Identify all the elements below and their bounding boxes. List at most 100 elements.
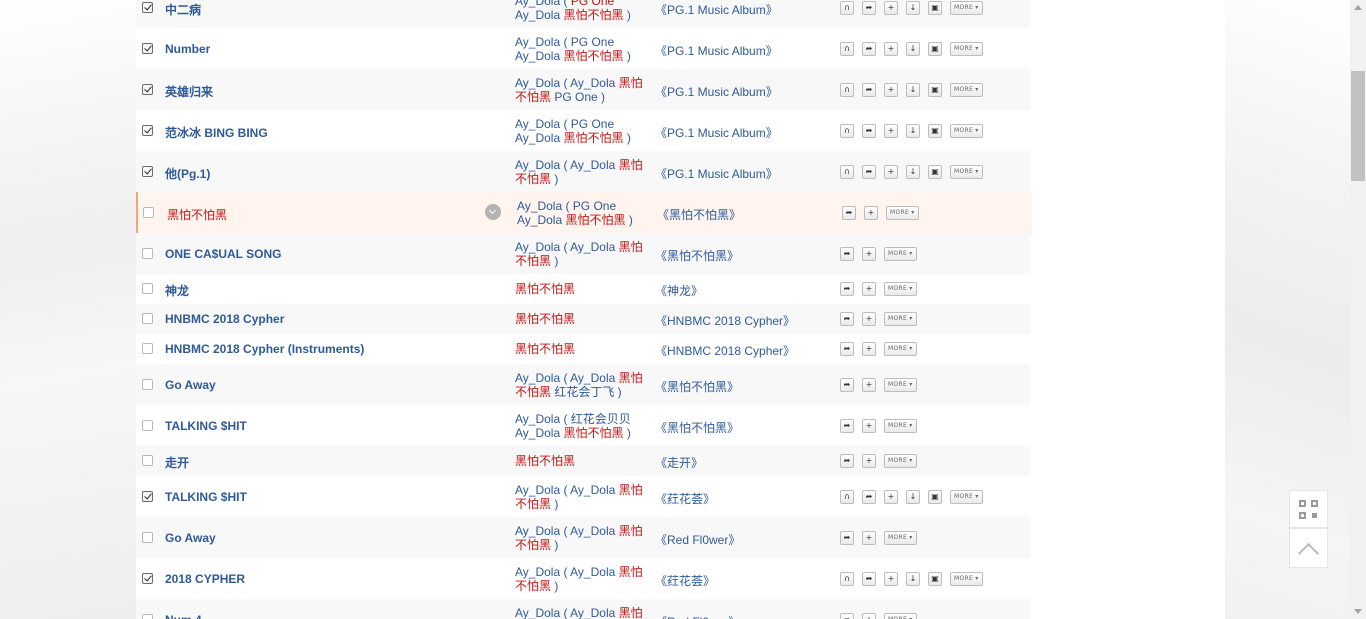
headphones-icon[interactable]: ∩ bbox=[840, 164, 854, 179]
more-button[interactable]: MORE ▾ bbox=[950, 571, 983, 586]
artist-name-red[interactable]: 不怕黑 bbox=[515, 172, 551, 186]
artist-name-red[interactable]: 黑怕不怕黑 bbox=[515, 342, 575, 356]
artist-link[interactable]: ) bbox=[624, 426, 631, 440]
song-title-link[interactable]: HNBMC 2018 Cypher (Instruments) bbox=[165, 342, 364, 356]
more-button[interactable]: MORE ▾ bbox=[950, 164, 983, 179]
artist-link[interactable]: ) bbox=[624, 131, 631, 145]
plus-icon[interactable]: + bbox=[862, 612, 876, 619]
album-link[interactable]: 《PG.1 Music Album》 bbox=[655, 165, 778, 182]
song-title-link[interactable]: 黑怕不怕黑 bbox=[167, 206, 227, 223]
more-button[interactable]: MORE ▾ bbox=[884, 418, 917, 433]
artist-link[interactable]: Ay_Dola ( PG One bbox=[515, 35, 614, 49]
more-button[interactable]: MORE ▾ bbox=[950, 123, 983, 138]
row-checkbox[interactable] bbox=[142, 572, 153, 584]
album-link[interactable]: 《PG.1 Music Album》 bbox=[655, 124, 778, 141]
scroll-down-arrow-icon[interactable] bbox=[1354, 609, 1362, 614]
artist-name-red[interactable]: 黑怕 bbox=[619, 565, 643, 579]
song-title-link[interactable]: TALKING $HIT bbox=[165, 490, 247, 504]
back-to-top-button[interactable] bbox=[1289, 528, 1328, 568]
artist-name-red[interactable]: 不怕黑 bbox=[515, 538, 551, 552]
screen-icon[interactable]: ▣ bbox=[928, 489, 942, 504]
artist-link[interactable]: Ay_Dola ( PG One bbox=[515, 117, 614, 131]
row-checkbox[interactable] bbox=[142, 2, 153, 13]
artist-name-red[interactable]: 黑怕 bbox=[619, 524, 643, 538]
row-checkbox[interactable] bbox=[142, 378, 153, 390]
download-icon[interactable]: ↓ bbox=[906, 1, 920, 15]
song-title-link[interactable]: Num 4 bbox=[165, 613, 202, 619]
artist-link[interactable]: ) bbox=[551, 172, 558, 186]
share-icon[interactable]: ➦ bbox=[862, 123, 876, 138]
artist-link[interactable]: Ay_Dola ( Ay_Dola bbox=[515, 606, 619, 619]
share-icon[interactable]: ➦ bbox=[840, 246, 854, 261]
plus-icon[interactable]: + bbox=[884, 1, 898, 15]
artist-name-red[interactable]: 不怕黑 bbox=[515, 497, 551, 511]
more-button[interactable]: MORE ▾ bbox=[950, 1, 983, 15]
row-checkbox[interactable] bbox=[142, 313, 153, 324]
song-title-link[interactable]: 中二病 bbox=[165, 1, 201, 18]
page-scrollbar[interactable] bbox=[1350, 0, 1366, 619]
artist-name-red[interactable]: 不怕黑 bbox=[515, 90, 551, 104]
artist-link[interactable]: Ay_Dola bbox=[517, 213, 565, 227]
artist-link[interactable]: Ay_Dola ( Ay_Dola bbox=[515, 565, 619, 579]
more-button[interactable]: MORE ▾ bbox=[884, 454, 917, 468]
headphones-icon[interactable]: ∩ bbox=[840, 41, 854, 56]
plus-icon[interactable]: + bbox=[884, 164, 898, 179]
artist-link[interactable]: ) bbox=[551, 538, 558, 552]
artist-link[interactable]: ( bbox=[560, 0, 571, 8]
artist-name-red[interactable]: 不怕黑 bbox=[515, 579, 551, 593]
artist-name-red[interactable]: 黑怕不怕黑 bbox=[515, 282, 575, 296]
share-icon[interactable]: ➦ bbox=[842, 205, 856, 220]
more-button[interactable]: MORE ▾ bbox=[950, 489, 983, 504]
download-icon[interactable]: ↓ bbox=[906, 123, 920, 138]
song-title-link[interactable]: ONE CA$UAL SONG bbox=[165, 247, 281, 261]
song-title-link[interactable]: Number bbox=[165, 42, 210, 56]
headphones-icon[interactable]: ∩ bbox=[840, 123, 854, 138]
artist-name-red[interactable]: PG One bbox=[571, 0, 614, 8]
row-checkbox[interactable] bbox=[142, 613, 153, 619]
plus-icon[interactable]: + bbox=[884, 82, 898, 97]
more-button[interactable]: MORE ▾ bbox=[950, 41, 983, 56]
song-title-link[interactable]: HNBMC 2018 Cypher bbox=[165, 312, 284, 326]
artist-name-red[interactable]: 黑怕 bbox=[619, 371, 643, 385]
download-icon[interactable]: ↓ bbox=[906, 571, 920, 586]
album-link[interactable]: 《黑怕不怕黑》 bbox=[655, 247, 739, 264]
artist-link[interactable]: Ay_Dola bbox=[515, 426, 563, 440]
screen-icon[interactable]: ▣ bbox=[928, 571, 942, 586]
plus-icon[interactable]: + bbox=[864, 205, 878, 220]
download-icon[interactable]: ↓ bbox=[906, 82, 920, 97]
plus-icon[interactable]: + bbox=[884, 489, 898, 504]
more-button[interactable]: MORE ▾ bbox=[884, 530, 917, 545]
artist-link[interactable]: ) bbox=[626, 213, 633, 227]
share-icon[interactable]: ➦ bbox=[840, 377, 854, 392]
song-title-link[interactable]: Go Away bbox=[165, 378, 216, 392]
song-title-link[interactable]: 范冰冰 BING BING bbox=[165, 124, 268, 141]
share-icon[interactable]: ➦ bbox=[840, 612, 854, 619]
artist-name-red[interactable]: 黑怕不怕黑 bbox=[515, 312, 575, 326]
album-link[interactable]: 《Red Fl0wer》 bbox=[655, 531, 740, 548]
screen-icon[interactable]: ▣ bbox=[928, 41, 942, 56]
plus-icon[interactable]: + bbox=[862, 312, 876, 326]
more-button[interactable]: MORE ▾ bbox=[884, 246, 917, 261]
album-link[interactable]: 《荭花荟》 bbox=[655, 490, 715, 507]
song-title-link[interactable]: 他(Pg.1) bbox=[165, 165, 210, 182]
artist-link[interactable]: Ay_Dola ( Ay_Dola bbox=[515, 240, 619, 254]
artist-link[interactable]: Ay_Dola ( Ay_Dola bbox=[515, 76, 619, 90]
album-link[interactable]: 《Red Fl0wer》 bbox=[655, 613, 740, 619]
artist-name-red[interactable]: 黑怕 bbox=[619, 483, 643, 497]
share-icon[interactable]: ➦ bbox=[840, 282, 854, 296]
row-checkbox[interactable] bbox=[142, 42, 153, 54]
artist-name-red[interactable]: 黑怕 bbox=[619, 240, 643, 254]
share-icon[interactable]: ➦ bbox=[862, 571, 876, 586]
headphones-icon[interactable]: ∩ bbox=[840, 1, 854, 15]
artist-name-red[interactable]: 不怕黑 bbox=[515, 254, 551, 268]
more-button[interactable]: MORE ▾ bbox=[884, 377, 917, 392]
plus-icon[interactable]: + bbox=[862, 418, 876, 433]
album-link[interactable]: 《黑怕不怕黑》 bbox=[657, 206, 741, 223]
more-button[interactable]: MORE ▾ bbox=[950, 82, 983, 97]
song-title-link[interactable]: 神龙 bbox=[165, 282, 189, 299]
artist-link[interactable]: PG One ) bbox=[551, 90, 605, 104]
album-link[interactable]: 《黑怕不怕黑》 bbox=[655, 378, 739, 395]
plus-icon[interactable]: + bbox=[884, 571, 898, 586]
scrollbar-thumb[interactable] bbox=[1351, 71, 1365, 181]
artist-link[interactable]: Ay_Dola bbox=[515, 49, 563, 63]
